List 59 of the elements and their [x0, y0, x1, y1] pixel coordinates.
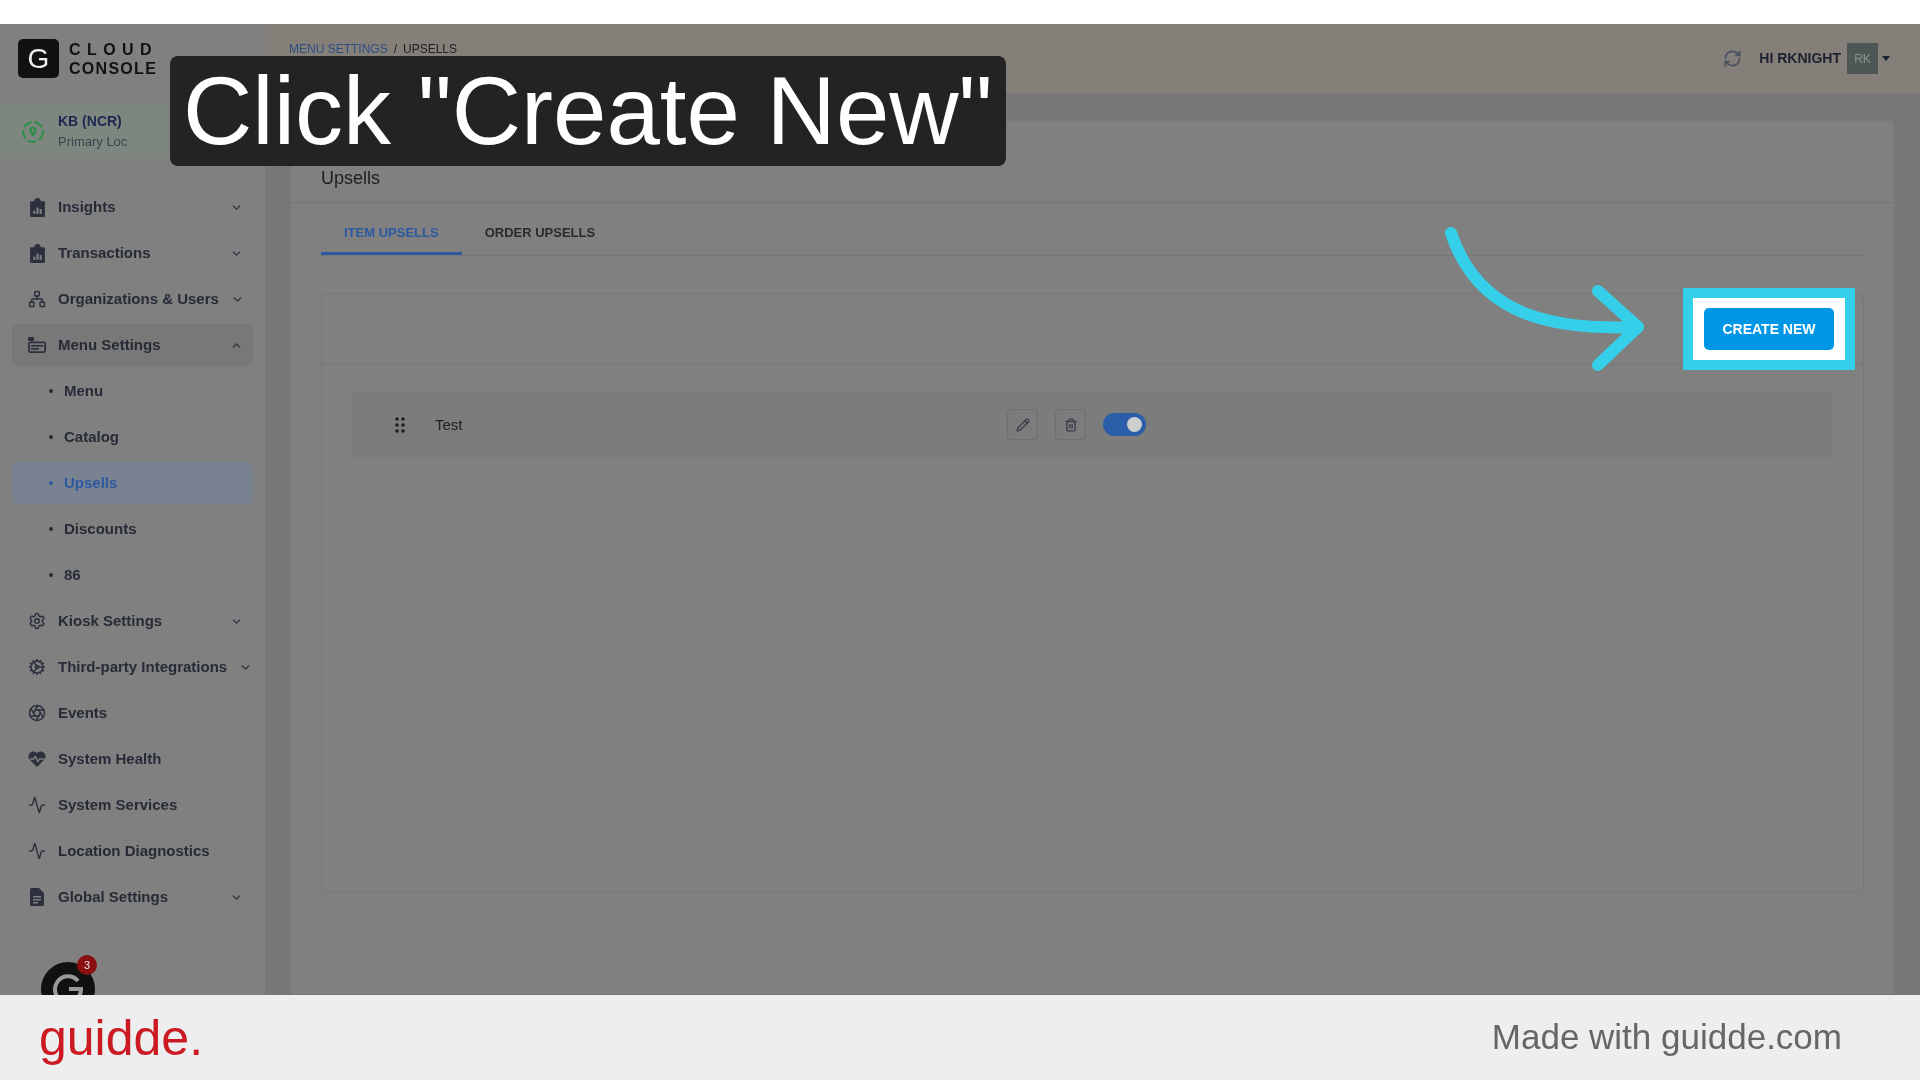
- location-subtitle: Primary Loc: [58, 133, 128, 152]
- brand-logo: guidde.: [39, 1012, 204, 1063]
- sidebar-item[interactable]: Organizations & Users: [12, 278, 253, 320]
- clipboard-chart-icon: [29, 197, 45, 217]
- sidebar-item[interactable]: Insights: [12, 186, 253, 228]
- bullet-icon: [49, 481, 53, 485]
- sidebar-item[interactable]: Kiosk Settings: [12, 600, 253, 642]
- logo-mark: G: [18, 39, 59, 78]
- sidebar-item[interactable]: Global Settings: [12, 876, 253, 918]
- sidebar-item[interactable]: Menu Settings: [12, 324, 253, 366]
- trash-icon: [1063, 417, 1078, 432]
- breadcrumb-separator: /: [393, 41, 397, 58]
- toggle-switch[interactable]: [1103, 413, 1146, 436]
- breadcrumb-current: UPSELLS: [403, 41, 458, 58]
- gear-icon: [28, 612, 46, 630]
- upsell-name: Test: [435, 415, 463, 433]
- sidebar-item[interactable]: Third-party Integrations: [12, 646, 253, 688]
- location-name: KB (NCR): [58, 112, 123, 132]
- location-panel[interactable]: KB (NCR) Primary Loc: [0, 104, 168, 159]
- notification-badge: 3: [77, 955, 97, 975]
- pulse-line-icon: [28, 796, 46, 814]
- user-greeting: HI RKNIGHT: [1759, 49, 1841, 68]
- logo-text: CLOUD: [69, 39, 158, 59]
- create-new-button[interactable]: CREATE NEW: [1704, 308, 1834, 350]
- clipboard-chart-icon: [29, 243, 45, 263]
- sidebar-subitem[interactable]: Catalog: [12, 416, 253, 458]
- bullet-icon: [49, 435, 53, 439]
- document-icon: [30, 888, 44, 906]
- breadcrumb-link[interactable]: MENU SETTINGS: [289, 40, 388, 58]
- bullet-icon: [49, 527, 53, 531]
- location-pin-icon: [22, 120, 44, 143]
- card-icon: [28, 337, 46, 353]
- tab[interactable]: ORDER UPSELLS: [461, 213, 619, 255]
- bullet-icon: [49, 573, 53, 577]
- credit-text: Made with guidde.com: [1491, 1016, 1842, 1059]
- aperture-icon: [28, 704, 46, 722]
- sitemap-icon: [28, 290, 46, 308]
- page-title: Upsells: [321, 168, 381, 188]
- user-avatar[interactable]: RK: [1847, 43, 1878, 74]
- cog-icon: [28, 658, 46, 676]
- drag-handle-icon[interactable]: [395, 416, 405, 433]
- sidebar-item[interactable]: Location Diagnostics: [12, 830, 253, 872]
- pulse-line-icon: [28, 842, 46, 860]
- pencil-icon: [1015, 417, 1030, 432]
- toggle-knob: [1127, 417, 1142, 432]
- sidebar-subitem[interactable]: Discounts: [12, 508, 253, 550]
- delete-button[interactable]: [1055, 409, 1086, 440]
- sidebar-item[interactable]: Events: [12, 692, 253, 734]
- sidebar-item[interactable]: System Services: [12, 784, 253, 826]
- heart-pulse-icon: [28, 751, 46, 767]
- sidebar-item[interactable]: System Health: [12, 738, 253, 780]
- caret-icon[interactable]: [1882, 56, 1890, 61]
- edit-button[interactable]: [1007, 409, 1038, 440]
- instruction-caption: Click "Create New": [170, 56, 1006, 166]
- sidebar-subitem[interactable]: 86: [12, 554, 253, 596]
- sidebar-item[interactable]: Transactions: [12, 232, 253, 274]
- bullet-icon: [49, 389, 53, 393]
- sidebar-subitem[interactable]: Menu: [12, 370, 253, 412]
- logo-text: CONSOLE: [69, 58, 158, 78]
